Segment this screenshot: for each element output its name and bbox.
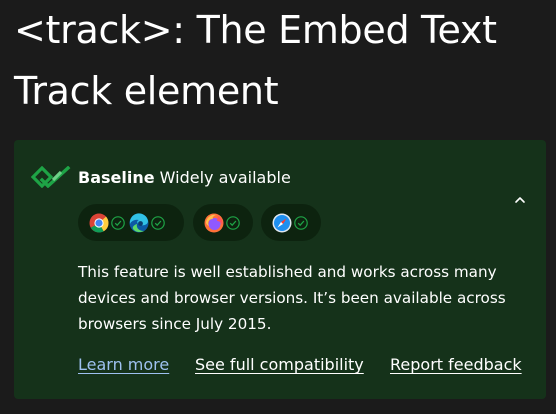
supported-check-icon: [151, 215, 165, 230]
baseline-label: Baseline: [78, 168, 155, 187]
browser-group-safari: [261, 204, 321, 241]
supported-check-icon: [226, 215, 240, 230]
baseline-heading: Baseline Widely available: [78, 167, 291, 189]
baseline-description: This feature is well established and wor…: [78, 263, 506, 333]
see-full-compatibility-link[interactable]: See full compatibility: [195, 352, 364, 378]
supported-check-icon: [111, 215, 125, 230]
baseline-card: Baseline Widely available This feature i…: [14, 140, 546, 399]
browser-group-firefox: [193, 204, 253, 241]
page-title-line-2: Track element: [14, 69, 279, 113]
page-title-line-1: <track>: The Embed Text: [14, 8, 497, 52]
supported-check-icon: [294, 215, 308, 230]
browser-edge: [129, 212, 165, 233]
baseline-links: Learn more See full compatibility Report…: [78, 352, 538, 378]
edge-icon: [129, 212, 149, 232]
chrome-icon: [89, 213, 109, 232]
browser-group-chromium: [78, 204, 184, 241]
browser-safari: [272, 213, 308, 233]
browser-chrome: [89, 213, 125, 233]
chevron-up-icon[interactable]: [510, 190, 530, 210]
safari-icon: [272, 213, 292, 232]
baseline-status: Widely available: [154, 168, 291, 187]
browser-firefox: [204, 213, 240, 233]
page-title: <track>: The Embed Text Track element: [14, 0, 544, 122]
firefox-icon: [204, 213, 224, 232]
baseline-check-icon: [31, 166, 71, 188]
report-feedback-link[interactable]: Report feedback: [390, 352, 522, 378]
page: <track>: The Embed Text Track element Ba…: [0, 0, 556, 414]
learn-more-link[interactable]: Learn more: [78, 352, 169, 378]
